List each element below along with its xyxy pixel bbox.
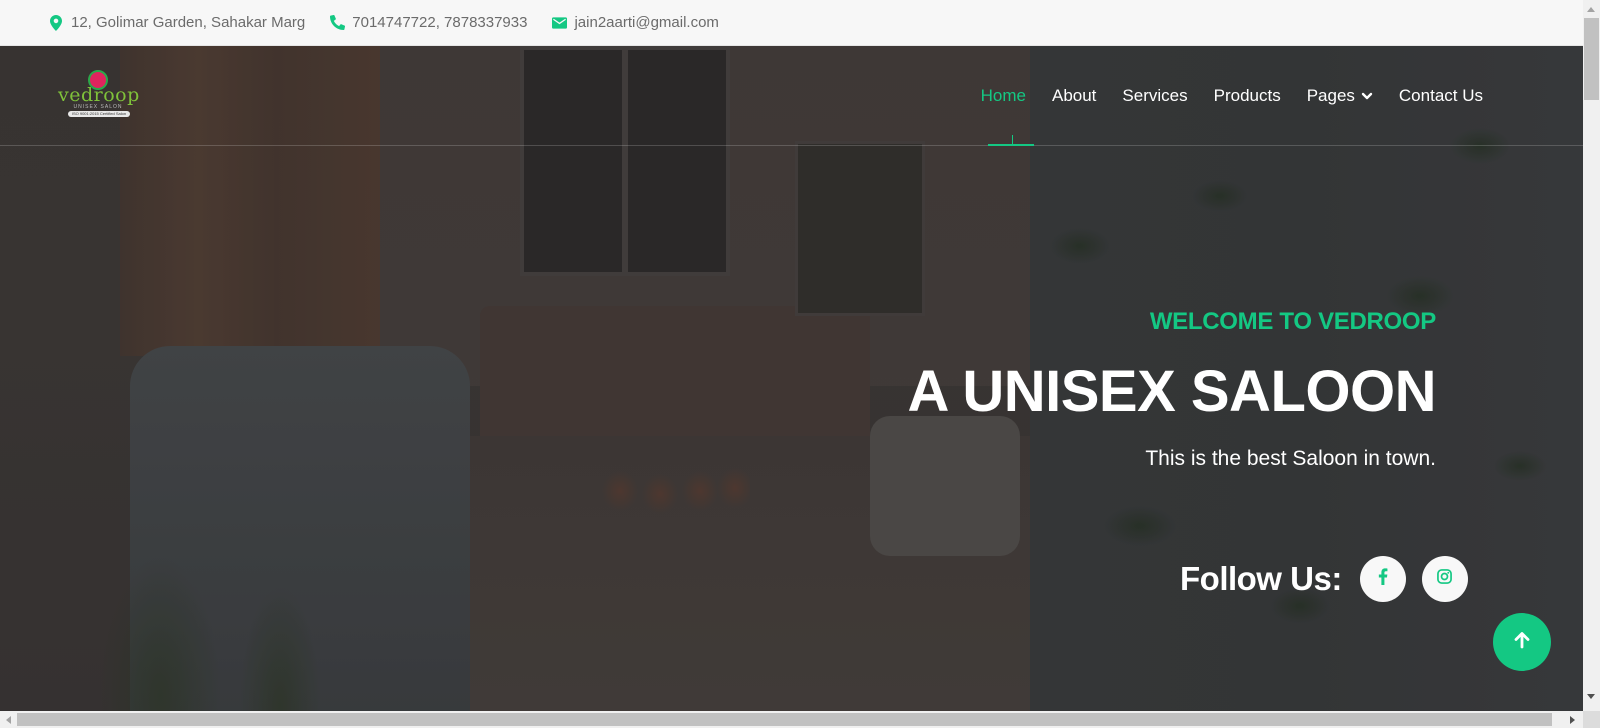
map-marker-icon [48, 14, 64, 31]
nav-item-about[interactable]: About [1052, 86, 1096, 106]
phone-text: 7014747722, 7878337933 [352, 14, 528, 31]
scrollbar-corner [1583, 711, 1600, 728]
scroll-right-arrow-icon[interactable] [1570, 716, 1575, 724]
nav-item-pages[interactable]: Pages [1307, 86, 1373, 106]
logo-tagline: ISO 9001:2015 Certified Salon [68, 111, 130, 117]
phone-icon [329, 15, 345, 31]
address-info: 12, Golimar Garden, Sahakar Marg [48, 14, 305, 31]
horizontal-scroll-thumb[interactable] [17, 713, 1552, 726]
facebook-icon [1378, 568, 1388, 590]
phone-info: 7014747722, 7878337933 [329, 14, 527, 31]
nav-item-home[interactable]: Home [981, 86, 1026, 106]
arrow-up-icon [1513, 631, 1531, 654]
nav-item-label: About [1051, 86, 1097, 105]
active-nav-indicator [988, 144, 1034, 146]
nav-item-label: Contact Us [1398, 86, 1483, 105]
scroll-up-arrow-icon[interactable] [1587, 7, 1595, 12]
envelope-icon [551, 15, 567, 31]
hero-content: WELCOME TO VEDROOP A UNISEX SALOON This … [907, 308, 1436, 471]
nav-item-label: Products [1213, 86, 1281, 105]
scroll-left-arrow-icon[interactable] [6, 716, 11, 724]
nav-menu: Home About Services Products Pages Conta… [981, 86, 1483, 106]
scroll-down-arrow-icon[interactable] [1587, 694, 1595, 699]
address-text: 12, Golimar Garden, Sahakar Marg [71, 14, 306, 31]
follow-us: Follow Us: [1180, 556, 1484, 602]
nav-item-label: Home [980, 86, 1026, 105]
instagram-icon [1437, 569, 1453, 589]
nav-item-products[interactable]: Products [1214, 86, 1281, 106]
instagram-button[interactable] [1421, 556, 1468, 602]
follow-us-label: Follow Us: [1180, 560, 1342, 597]
hero-kicker: WELCOME TO VEDROOP [1149, 308, 1436, 335]
hero-section: vedroop UNISEX SALON ISO 9001:2015 Certi… [0, 46, 1583, 711]
vertical-scroll-thumb[interactable] [1584, 18, 1599, 100]
logo-wordmark: vedroop [58, 84, 140, 106]
brand-logo[interactable]: vedroop UNISEX SALON ISO 9001:2015 Certi… [58, 70, 140, 120]
nav-item-label: Pages [1306, 86, 1355, 105]
hero-title: A UNISEX SALOON [907, 359, 1436, 424]
main-navbar: vedroop UNISEX SALON ISO 9001:2015 Certi… [0, 46, 1583, 146]
chevron-down-icon [1361, 90, 1373, 102]
hero-subtitle: This is the best Saloon in town. [1145, 447, 1436, 470]
facebook-button[interactable] [1359, 556, 1406, 602]
top-info-bar: 12, Golimar Garden, Sahakar Marg 7014747… [0, 0, 1583, 46]
logo-subtitle: UNISEX SALON [73, 104, 123, 110]
nav-item-services[interactable]: Services [1122, 86, 1187, 106]
vertical-scrollbar[interactable] [1583, 0, 1600, 711]
nav-item-label: Services [1122, 86, 1188, 105]
browser-viewport: 12, Golimar Garden, Sahakar Marg 7014747… [0, 0, 1583, 711]
nav-item-contact-us[interactable]: Contact Us [1399, 86, 1483, 106]
horizontal-scrollbar[interactable] [0, 711, 1583, 728]
email-text[interactable]: jain2aarti@gmail.com [574, 14, 718, 31]
back-to-top-button[interactable] [1493, 613, 1551, 671]
email-info: jain2aarti@gmail.com [551, 14, 719, 31]
